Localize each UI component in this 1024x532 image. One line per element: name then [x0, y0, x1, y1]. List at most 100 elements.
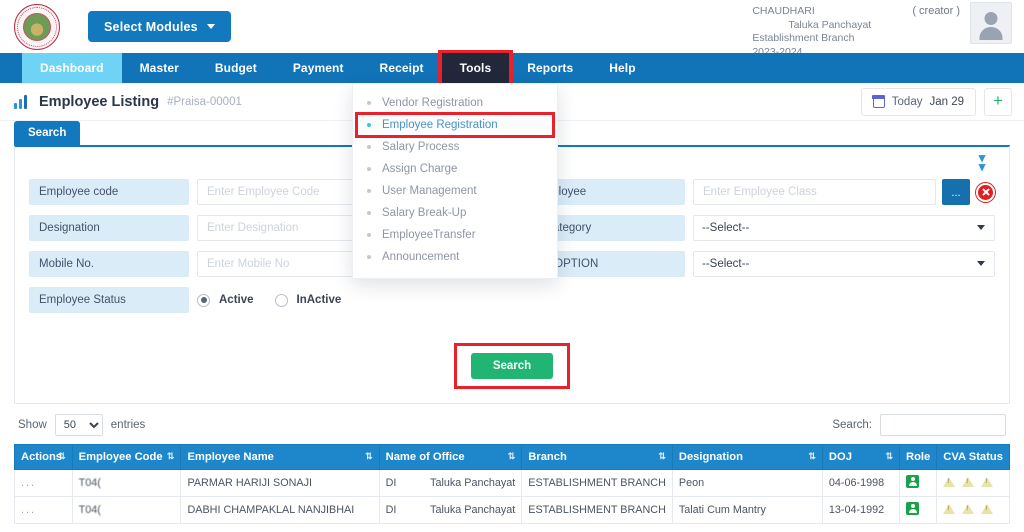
entries-label: entries [110, 419, 146, 431]
table-toolbar: Show 50 entries Search: [14, 404, 1010, 444]
cell-employee-name: DABHI CHAMPAKLAL NANJIBHAI [180, 496, 380, 524]
menu-item-salary-break-up[interactable]: Salary Break-Up [353, 202, 557, 224]
today-label: Today [891, 96, 923, 108]
menu-item-vendor-registration[interactable]: Vendor Registration [353, 92, 557, 114]
col-designation[interactable]: Designation ⇅ [671, 444, 823, 470]
warning-icon[interactable] [943, 476, 956, 487]
col-employee-code[interactable]: Employee Code ⇅ [71, 444, 182, 470]
nav-item-dashboard[interactable]: Dashboard [22, 53, 122, 83]
menu-item-employee-transfer[interactable]: EmployeeTransfer [353, 224, 557, 246]
entries-per-page-select[interactable]: 50 [54, 414, 103, 436]
employee-status-label: Employee Status [29, 287, 189, 313]
menu-item-announcement[interactable]: Announcement [353, 246, 557, 268]
search-submit-button[interactable]: Search [470, 353, 554, 379]
warning-icon[interactable] [943, 503, 956, 514]
cell-employee-code: T04( [71, 496, 182, 524]
nav-item-help[interactable]: Help [591, 53, 653, 83]
radio-active[interactable] [197, 293, 210, 307]
nav-item-receipt[interactable]: Receipt [362, 53, 442, 83]
col-label: Role [906, 451, 931, 463]
avatar[interactable] [970, 2, 1012, 44]
col-label: Actions [21, 451, 63, 463]
employee-class-picker-button[interactable]: ... [942, 179, 970, 205]
menu-label: Employee Registration [382, 119, 498, 131]
col-role[interactable]: Role [899, 444, 938, 470]
col-label: Employee Name [187, 451, 274, 463]
nav-label: Reports [527, 61, 574, 75]
menu-label: EmployeeTransfer [382, 229, 476, 241]
col-cva-status[interactable]: CVA Status [936, 444, 1010, 470]
sort-icon: ⇅ [365, 451, 373, 461]
page-code: #Praisa-00001 [167, 95, 242, 108]
menu-item-employee-registration[interactable]: Employee Registration [353, 112, 557, 138]
radio-inactive-label: InActive [296, 294, 342, 306]
select-modules-button[interactable]: Select Modules [88, 11, 231, 42]
employee-category-select[interactable]: --Select-- [693, 215, 995, 241]
user-info: CHAUDHARI Taluka Panchayat Establishment… [752, 2, 902, 59]
search-tab[interactable]: Search [14, 121, 81, 145]
today-date-button[interactable]: Today Jan 29 [860, 88, 976, 116]
loan-option-select[interactable]: --Select-- [693, 251, 995, 277]
col-label: Branch [528, 451, 567, 463]
double-chevron-down-icon[interactable]: ▾ ▾ [973, 151, 991, 173]
nav-item-reports[interactable]: Reports [509, 53, 591, 83]
nav-label: Help [609, 61, 636, 75]
active-user-badge-icon [906, 475, 920, 488]
field-employee-category: e Category --Select-- [525, 215, 995, 241]
cell-doj: 04-06-1998 [821, 469, 901, 497]
warning-icon[interactable] [981, 503, 994, 514]
radio-inactive[interactable] [274, 293, 288, 307]
bullet-icon [367, 145, 371, 149]
cell-cva-status [936, 496, 1010, 524]
cell-employee-name: PARMAR HARIJI SONAJI [180, 469, 380, 497]
col-name-of-office[interactable]: Name of Office ⇅ [378, 444, 523, 470]
table-search-input[interactable] [880, 414, 1006, 436]
nav-item-tools[interactable]: Tools [437, 50, 514, 86]
cell-actions[interactable]: ... [14, 469, 73, 497]
menu-item-user-management[interactable]: User Management [353, 180, 557, 202]
sort-icon: ⇅ [58, 451, 66, 461]
field-employee-class: Employee ... [525, 179, 995, 205]
employee-code-value: T04( [78, 504, 101, 516]
cell-actions[interactable]: ... [14, 496, 73, 524]
main-navigation: Dashboard Master Budget Payment Receipt … [0, 50, 1024, 86]
bullet-icon [367, 189, 371, 193]
field-employee-status: Employee Status Active InActive [29, 287, 499, 313]
menu-item-assign-charge[interactable]: Assign Charge [353, 158, 557, 180]
table-row[interactable]: ... T04( PARMAR HARIJI SONAJI DI Taluka … [14, 469, 1010, 497]
sort-icon: ⇅ [808, 451, 816, 461]
col-actions[interactable]: Actions ⇅ [14, 444, 73, 470]
sort-icon: ⇅ [507, 451, 516, 461]
menu-item-salary-process[interactable]: Salary Process [353, 136, 557, 158]
cell-role [899, 469, 938, 497]
sort-icon: ⇅ [885, 451, 894, 461]
col-doj[interactable]: DOJ ⇅ [821, 444, 901, 470]
nav-label: Receipt [379, 61, 424, 75]
today-date: Jan 29 [929, 96, 964, 108]
nav-item-payment[interactable]: Payment [275, 53, 362, 83]
nav-label: Master [139, 61, 179, 75]
warning-icon[interactable] [962, 503, 975, 514]
cell-designation: Peon [671, 469, 823, 497]
office-prefix: DI [385, 504, 397, 516]
field-loan-option: AN OPTION --Select-- [525, 251, 995, 277]
col-branch[interactable]: Branch ⇅ [521, 444, 673, 470]
table-row[interactable]: ... T04( DABHI CHAMPAKLAL NANJIBHAI DI T… [14, 496, 1010, 524]
add-new-button[interactable]: + [984, 88, 1012, 116]
nav-item-budget[interactable]: Budget [197, 53, 275, 83]
search-submit-zone: Search [15, 337, 1009, 403]
nav-label: Tools [459, 61, 492, 75]
warning-icon[interactable] [981, 476, 994, 487]
nav-item-master[interactable]: Master [122, 53, 197, 83]
col-label: Name of Office [385, 451, 465, 463]
col-employee-name[interactable]: Employee Name ⇅ [180, 444, 380, 470]
search-button-highlight: Search [453, 343, 571, 389]
employee-class-input[interactable] [693, 179, 936, 205]
government-emblem-icon [14, 3, 60, 50]
clear-icon[interactable] [976, 182, 995, 202]
select-modules-label: Select Modules [104, 19, 198, 34]
sort-icon: ⇅ [166, 451, 175, 461]
col-label: DOJ [828, 451, 852, 463]
warning-icon[interactable] [962, 476, 975, 487]
table-search: Search: [832, 414, 1006, 436]
